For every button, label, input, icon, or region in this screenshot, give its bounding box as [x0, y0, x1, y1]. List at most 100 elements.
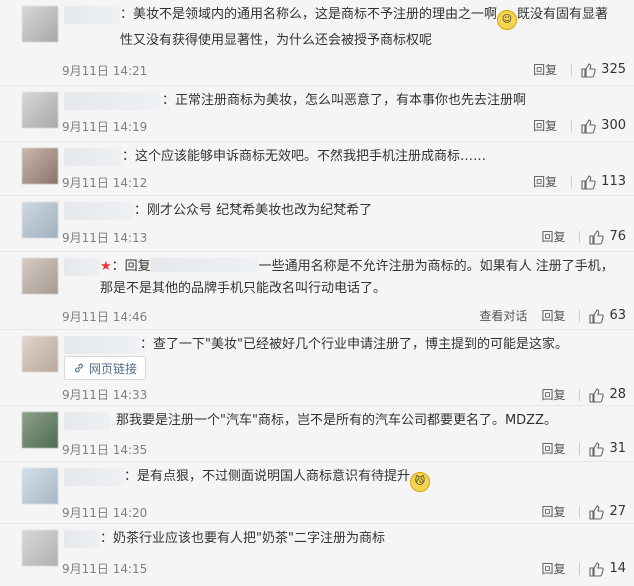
thumbs-up-icon: [589, 504, 605, 520]
reply-button[interactable]: 回复: [541, 386, 565, 403]
comment-text: ★：回复 一些通用名称是不允许注册为商标的。如果有人 注册了手机，那是不是其他的品…: [100, 256, 618, 300]
web-link-label: 网页链接: [89, 361, 138, 376]
comment-text: ：美妆不是领域内的通用名称么，这是商标不予注册的理由之一啊 ☺ 既没有固有显著性又没…: [120, 4, 618, 52]
star-icon: ★: [100, 259, 112, 274]
username[interactable]: [64, 336, 140, 354]
thumbs-up-icon: [589, 308, 605, 324]
divider: [571, 175, 573, 188]
comment-actions: 查看对话 回复 63: [479, 307, 626, 324]
like-button[interactable]: 113: [580, 174, 626, 190]
comment-item: ：是有点狠，不过侧面说明国人商标意识有待提升 😼 9月11日 14:20 回复 2…: [0, 462, 634, 524]
reply-target-username[interactable]: [150, 258, 259, 272]
username[interactable]: [64, 468, 124, 486]
username[interactable]: [64, 412, 110, 430]
like-button[interactable]: 27: [588, 504, 626, 520]
like-button[interactable]: 31: [588, 441, 626, 457]
reply-button[interactable]: 回复: [541, 560, 565, 577]
comment-item: 那我要是注册一个"汽车"商标，岂不是所有的汽车公司都要更名了。MDZZ。 9月1…: [0, 406, 634, 462]
comment-item: ★：回复 一些通用名称是不允许注册为商标的。如果有人 注册了手机，那是不是其他的品…: [0, 252, 634, 330]
thumbs-up-icon: [589, 229, 605, 245]
comment-time: 9月11日 14:21: [62, 64, 148, 78]
comment-time: 9月11日 14:33: [62, 388, 148, 402]
reply-button[interactable]: 回复: [533, 117, 557, 134]
comment-item: ：正常注册商标为美妆，怎么叫恶意了，有本事你也先去注册啊 9月11日 14:19…: [0, 86, 634, 142]
comment-actions: 回复 28: [541, 386, 626, 403]
avatar[interactable]: [22, 412, 58, 448]
thumbs-up-icon: [589, 441, 605, 457]
divider: [579, 442, 581, 455]
comment-item: ：美妆不是领域内的通用名称么，这是商标不予注册的理由之一啊 ☺ 既没有固有显著性又没…: [0, 0, 634, 86]
like-count: 14: [609, 561, 626, 576]
avatar[interactable]: [22, 530, 58, 566]
comment-time: 9月11日 14:13: [62, 231, 148, 245]
divider: [579, 505, 581, 518]
like-button[interactable]: 300: [580, 118, 626, 134]
comment-text: ：正常注册商标为美妆，怎么叫恶意了，有本事你也先去注册啊: [162, 93, 527, 108]
comment-text-line: ：美妆不是领域内的通用名称么，这是商标不予注册的理由之一啊: [120, 7, 498, 22]
comment-text: ：这个应该能够申诉商标无效吧。不然我把手机注册成商标……: [122, 149, 487, 164]
comment-text: ：是有点狠，不过侧面说明国人商标意识有待提升 😼: [124, 466, 618, 492]
like-button[interactable]: 63: [588, 308, 626, 324]
web-link-button[interactable]: 网页链接: [64, 356, 147, 380]
avatar[interactable]: [22, 6, 58, 42]
divider: [579, 562, 581, 575]
link-icon: [75, 363, 83, 373]
comment-actions: 回复 113: [533, 173, 626, 190]
comment-actions: 回复 325: [533, 61, 626, 78]
username[interactable]: [64, 6, 120, 24]
comment-actions: 回复 31: [541, 440, 626, 457]
comment-text: ：奶茶行业应该也要有人把"奶茶"二字注册为商标: [100, 531, 385, 546]
reply-button[interactable]: 回复: [541, 307, 565, 324]
reply-button[interactable]: 回复: [541, 440, 565, 457]
emoji-icon: ☺: [497, 10, 518, 30]
like-count: 27: [609, 504, 626, 519]
avatar[interactable]: [22, 336, 58, 372]
comment-text: ：查了一下"美妆"已经被好几个行业申请注册了，博主提到的可能是这家。: [140, 337, 568, 352]
like-button[interactable]: 76: [588, 229, 626, 245]
comment-item: ：这个应该能够申诉商标无效吧。不然我把手机注册成商标…… 9月11日 14:12…: [0, 142, 634, 196]
thumbs-up-icon: [589, 387, 605, 403]
comment-text: ：刚才公众号 纪梵希美妆也改为纪梵希了: [134, 203, 373, 218]
divider: [571, 119, 573, 132]
comment-time: 9月11日 14:20: [62, 506, 148, 520]
username[interactable]: [64, 202, 134, 220]
comment-text: 那我要是注册一个"汽车"商标，岂不是所有的汽车公司都要更名了。MDZZ。: [116, 413, 557, 428]
username[interactable]: [64, 92, 160, 110]
thumbs-up-icon: [581, 62, 596, 78]
like-count: 76: [609, 229, 626, 244]
avatar[interactable]: [22, 148, 58, 184]
like-button[interactable]: 325: [580, 62, 626, 78]
comment-actions: 回复 14: [541, 560, 626, 577]
thumbs-up-icon: [581, 174, 596, 190]
like-button[interactable]: 28: [588, 387, 626, 403]
comment-actions: 回复 27: [541, 503, 626, 520]
reply-button[interactable]: 回复: [533, 61, 557, 78]
like-button[interactable]: 14: [588, 561, 626, 577]
comment-item: ：刚才公众号 纪梵希美妆也改为纪梵希了 9月11日 14:13 回复 76: [0, 196, 634, 252]
divider: [579, 309, 581, 322]
like-count: 63: [609, 308, 626, 323]
avatar[interactable]: [22, 258, 58, 294]
username[interactable]: [64, 148, 122, 166]
avatar[interactable]: [22, 92, 58, 128]
comment-text-line: ：是有点狠，不过侧面说明国人商标意识有待提升: [124, 469, 411, 484]
reply-button[interactable]: 回复: [533, 173, 557, 190]
reply-button[interactable]: 回复: [541, 503, 565, 520]
like-count: 300: [601, 118, 626, 133]
comment-time: 9月11日 14:19: [62, 120, 148, 134]
divider: [571, 63, 573, 76]
view-thread-button[interactable]: 查看对话: [479, 307, 527, 324]
divider: [579, 230, 581, 243]
comment-actions: 回复 300: [533, 117, 626, 134]
username[interactable]: [64, 258, 100, 276]
avatar[interactable]: [22, 468, 58, 504]
like-count: 113: [601, 174, 626, 189]
like-count: 325: [601, 62, 626, 77]
reply-prefix: ：回复: [111, 259, 151, 274]
username[interactable]: [64, 530, 100, 548]
like-count: 31: [609, 441, 626, 456]
comment-list: ：美妆不是领域内的通用名称么，这是商标不予注册的理由之一啊 ☺ 既没有固有显著性又没…: [0, 0, 634, 586]
comment-time: 9月11日 14:46: [62, 310, 148, 324]
reply-button[interactable]: 回复: [541, 228, 565, 245]
avatar[interactable]: [22, 202, 58, 238]
